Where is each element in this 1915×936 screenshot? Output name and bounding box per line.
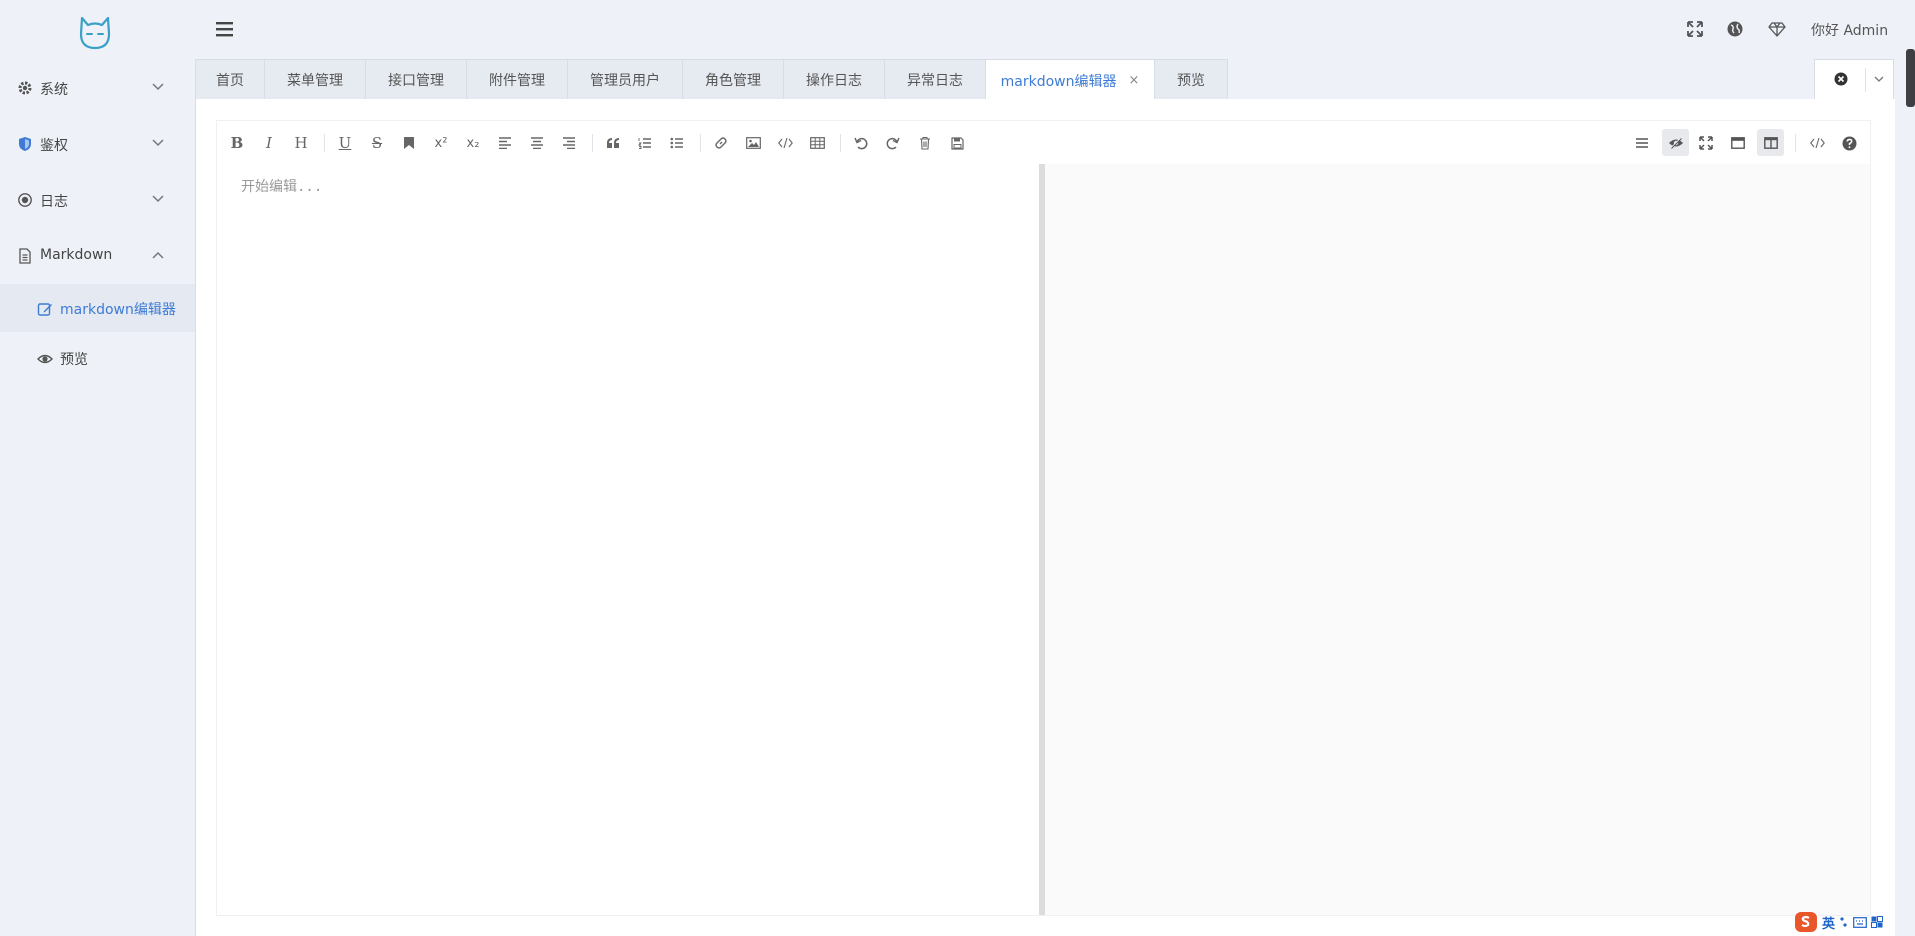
quote-icon[interactable]	[603, 133, 623, 153]
sidebar-subitem-label: 预览	[60, 352, 88, 368]
ime-indicator[interactable]: 英	[1794, 908, 1915, 936]
help-icon[interactable]	[1839, 133, 1859, 153]
sidebar-item-label: 系统	[40, 82, 68, 98]
tab-label: 角色管理	[705, 72, 761, 89]
html-code-icon[interactable]	[1807, 133, 1827, 153]
edit-icon	[37, 301, 53, 317]
redo-icon[interactable]	[883, 133, 903, 153]
cat-logo-icon	[75, 12, 115, 52]
sidebar: 系统 鉴权 日志 Markdown markdown编辑器 预览	[0, 0, 195, 936]
chevron-down-icon	[151, 138, 165, 148]
sidebar-item-auth[interactable]: 鉴权	[0, 120, 195, 168]
tab-label: 附件管理	[489, 72, 545, 89]
chevron-up-icon	[151, 250, 165, 260]
menu-toggle-icon[interactable]	[215, 20, 235, 38]
editor-pane	[217, 164, 1039, 915]
chevron-down-icon	[151, 194, 165, 204]
fullscreen-editor-icon[interactable]	[1696, 133, 1716, 153]
fullscreen-icon[interactable]	[1686, 20, 1704, 38]
sidebar-item-log[interactable]: 日志	[0, 176, 195, 224]
italic-icon[interactable]: I	[259, 133, 279, 153]
navigation-icon[interactable]	[1632, 133, 1652, 153]
tab-label: 菜单管理	[287, 72, 343, 89]
ime-language-label: 英	[1822, 916, 1836, 932]
file-text-icon	[17, 248, 33, 264]
scrollbar-thumb[interactable]	[1906, 49, 1915, 107]
preview-pane	[1045, 164, 1870, 915]
sidebar-subitem-preview[interactable]: 预览	[0, 334, 195, 382]
heading-icon[interactable]: H	[291, 133, 311, 153]
tab-admin-users[interactable]: 管理员用户	[567, 59, 683, 99]
globe-icon[interactable]	[1726, 20, 1744, 38]
tab-role-management[interactable]: 角色管理	[682, 59, 784, 99]
editor-toolbar: B I H U S x² x₂	[217, 121, 1870, 165]
split-view-icon[interactable]	[1757, 129, 1784, 156]
tab-attachment-management[interactable]: 附件管理	[466, 59, 568, 99]
tab-preview[interactable]: 预览	[1154, 59, 1228, 99]
tab-label: 管理员用户	[590, 72, 660, 89]
tab-error-log[interactable]: 异常日志	[884, 59, 986, 99]
code-icon[interactable]	[775, 133, 795, 153]
tab-label: 操作日志	[806, 72, 862, 89]
ordered-list-icon[interactable]	[635, 133, 655, 153]
window-icon[interactable]	[1728, 133, 1748, 153]
link-icon[interactable]	[711, 133, 731, 153]
keyboard-icon	[1853, 916, 1867, 928]
align-right-icon[interactable]	[559, 133, 579, 153]
subscript-icon[interactable]: x₂	[463, 133, 483, 153]
tab-label: 异常日志	[907, 72, 963, 89]
shield-icon	[17, 136, 33, 152]
underline-icon[interactable]: U	[335, 133, 355, 153]
user-greeting[interactable]: 你好 Admin	[1811, 20, 1888, 40]
strikethrough-icon[interactable]: S	[367, 133, 387, 153]
sidebar-subitem-label: markdown编辑器	[60, 302, 176, 318]
gear-icon	[17, 80, 33, 96]
markdown-editor: B I H U S x² x₂	[216, 120, 1871, 916]
tab-operation-log[interactable]: 操作日志	[783, 59, 885, 99]
eye-icon	[37, 351, 53, 367]
sidebar-item-system[interactable]: 系统	[0, 64, 195, 112]
align-left-icon[interactable]	[495, 133, 515, 153]
tab-label: markdown编辑器	[1000, 73, 1117, 90]
chevron-down-icon[interactable]	[1873, 75, 1885, 84]
image-icon[interactable]	[743, 133, 763, 153]
sogou-icon	[1794, 911, 1818, 933]
sidebar-item-label: 鉴权	[40, 138, 68, 154]
grid-icon	[1871, 916, 1884, 928]
sidebar-item-label: 日志	[40, 194, 68, 210]
target-icon	[17, 192, 33, 208]
chevron-down-icon	[151, 82, 165, 92]
tab-api-management[interactable]: 接口管理	[365, 59, 467, 99]
table-icon[interactable]	[807, 133, 827, 153]
unordered-list-icon[interactable]	[667, 133, 687, 153]
bold-icon[interactable]: B	[227, 133, 247, 153]
toggle-preview-icon[interactable]	[1662, 129, 1689, 156]
tab-markdown-editor[interactable]: markdown编辑器 ×	[985, 59, 1155, 101]
diamond-icon[interactable]	[1768, 20, 1786, 38]
sidebar-item-label: Markdown	[40, 247, 113, 263]
tab-label: 预览	[1177, 72, 1205, 89]
punctuation-icon	[1839, 916, 1849, 928]
tab-menu-management[interactable]: 菜单管理	[264, 59, 366, 99]
tab-close-icon[interactable]: ×	[1128, 73, 1139, 88]
trash-icon[interactable]	[915, 133, 935, 153]
tab-operations	[1814, 59, 1894, 99]
close-all-tabs-icon[interactable]	[1834, 72, 1848, 86]
tab-bar: 首页 菜单管理 接口管理 附件管理 管理员用户 角色管理 操作日志 异常日志 m…	[195, 59, 1895, 101]
sidebar-subitem-markdown-editor[interactable]: markdown编辑器	[0, 284, 195, 332]
undo-icon[interactable]	[851, 133, 871, 153]
tab-home[interactable]: 首页	[195, 59, 265, 99]
sidebar-item-markdown[interactable]: Markdown	[0, 232, 195, 280]
bookmark-icon[interactable]	[399, 133, 419, 153]
tab-label: 接口管理	[388, 72, 444, 89]
save-icon[interactable]	[947, 133, 967, 153]
tab-label: 首页	[216, 72, 244, 89]
markdown-input[interactable]	[217, 164, 1039, 915]
align-center-icon[interactable]	[527, 133, 547, 153]
superscript-icon[interactable]: x²	[431, 133, 451, 153]
